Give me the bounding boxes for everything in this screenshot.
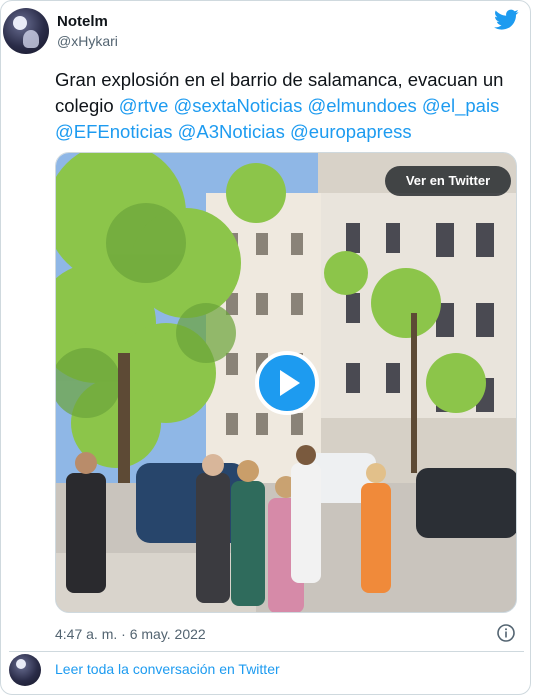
author-avatar[interactable] (3, 8, 49, 54)
avatar-moon-decoration (13, 16, 27, 30)
video-thumbnail[interactable]: Ver en Twitter (55, 152, 517, 613)
view-on-twitter-button[interactable]: Ver en Twitter (385, 166, 511, 196)
read-conversation-link[interactable]: Leer toda la conversación en Twitter (55, 661, 280, 677)
play-icon (280, 370, 300, 396)
info-icon[interactable] (496, 623, 516, 643)
mention-link[interactable]: @elmundoes (307, 95, 416, 116)
twitter-bird-icon[interactable] (494, 9, 519, 31)
mention-link[interactable]: @sextaNoticias (174, 95, 303, 116)
avatar-figure-decoration (23, 30, 39, 48)
author-handle[interactable]: @xHykari (57, 33, 118, 49)
mention-link[interactable]: @el_pais (422, 95, 499, 116)
tweet-timestamp[interactable]: 4:47 a. m. · 6 may. 2022 (55, 626, 206, 642)
mention-link[interactable]: @EFEnoticias (55, 121, 173, 142)
footer-avatar[interactable] (9, 654, 41, 686)
tweet-text: Gran explosión en el barrio de salamanca… (55, 67, 525, 145)
avatar-moon-decoration (16, 659, 26, 669)
mention-link[interactable]: @A3Noticias (178, 121, 285, 142)
tweet-embed-card: Notelm @xHykari Gran explosión en el bar… (0, 0, 531, 695)
mention-link[interactable]: @rtve (119, 95, 169, 116)
footer-divider (9, 651, 524, 652)
author-name[interactable]: Notelm (57, 13, 108, 30)
play-button[interactable] (255, 351, 319, 415)
mention-link[interactable]: @europapress (290, 121, 412, 142)
